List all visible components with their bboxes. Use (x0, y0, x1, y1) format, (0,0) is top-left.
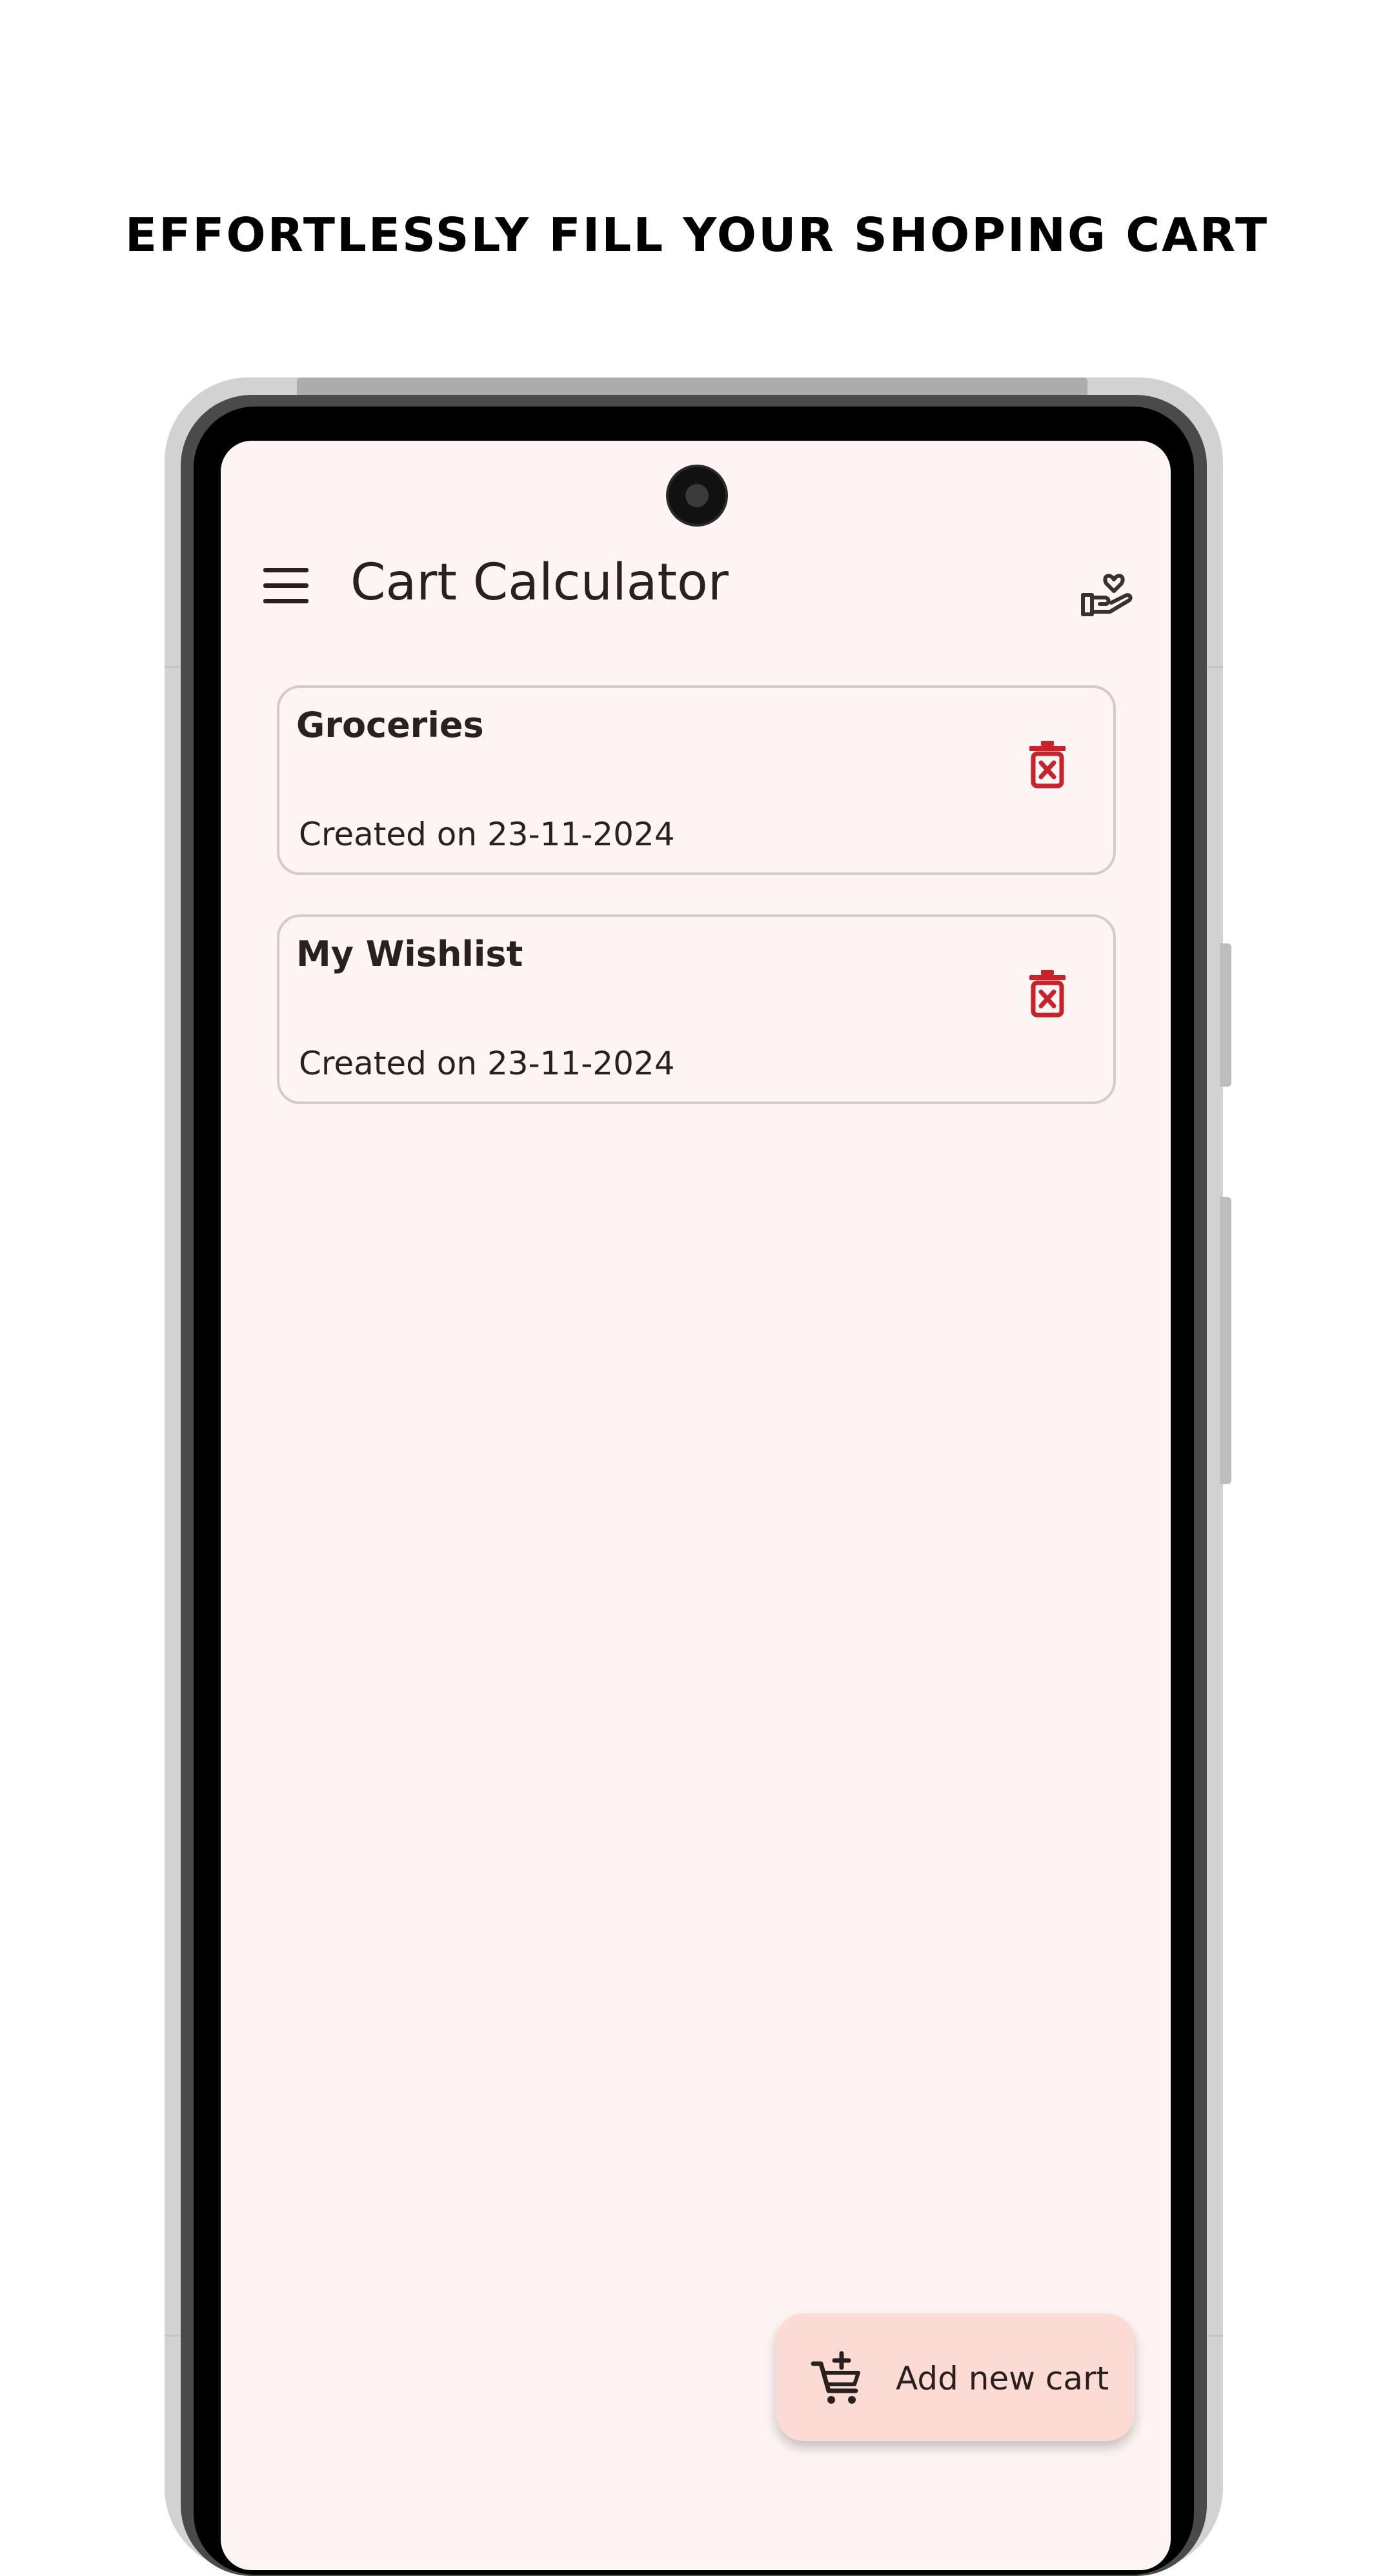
cart-card-groceries[interactable]: Groceries Created on 23-11-2024 (277, 685, 1116, 875)
delete-icon[interactable] (1022, 966, 1073, 1018)
cart-card-my-wishlist[interactable]: My Wishlist Created on 23-11-2024 (277, 914, 1116, 1104)
frame-line (165, 666, 183, 668)
cart-name: Groceries (296, 705, 484, 745)
cart-created-date: Created on 23-11-2024 (299, 816, 675, 853)
phone-volume-button (1220, 1197, 1231, 1484)
add-new-cart-button[interactable]: Add new cart (776, 2313, 1135, 2441)
cart-add-icon (811, 2351, 866, 2406)
menu-icon[interactable] (263, 568, 308, 605)
app-title: Cart Calculator (350, 554, 729, 612)
cart-created-date: Created on 23-11-2024 (299, 1045, 675, 1082)
headline: EFFORTLESSLY FILL YOUR SHOPING CART (125, 208, 1269, 262)
delete-icon[interactable] (1022, 737, 1073, 789)
frame-line (165, 2335, 183, 2337)
add-new-cart-label: Add new cart (896, 2360, 1109, 2397)
front-camera (669, 467, 725, 524)
cart-name: My Wishlist (296, 934, 523, 974)
phone-side-button (1220, 943, 1231, 1087)
hand-heart-icon[interactable] (1078, 560, 1136, 618)
phone-top-edge (297, 377, 1087, 397)
